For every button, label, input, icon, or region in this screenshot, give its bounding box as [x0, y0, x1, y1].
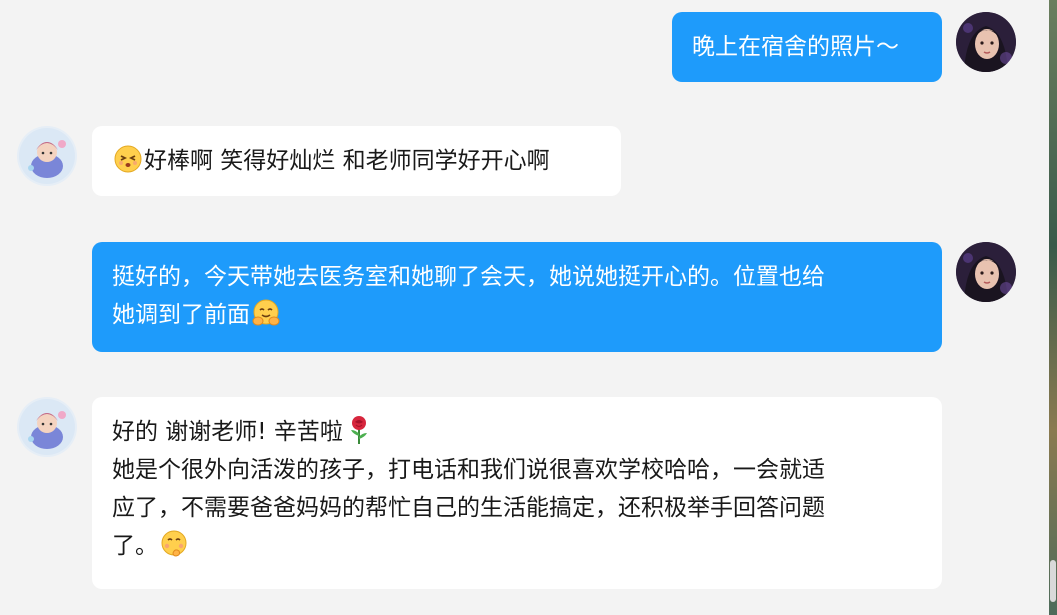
message-text: 晚上在宿舍的照片～: [692, 34, 899, 60]
teacher-avatar[interactable]: [956, 12, 1016, 72]
message-bubble-outgoing[interactable]: 晚上在宿舍的照片～: [672, 12, 942, 82]
message-text: 应了，不需要爸爸妈妈的帮忙自己的生活能搞定，还积极举手回答问题: [112, 495, 825, 521]
message-text: 她是个很外向活泼的孩子，打电话和我们说很喜欢学校哈哈，一会就适: [112, 457, 825, 483]
shy-emoji: [159, 529, 189, 559]
message-text: 好棒啊 笑得好灿烂 和老师同学好开心啊: [144, 148, 550, 174]
message-bubble-incoming[interactable]: 好的 谢谢老师! 辛苦啦 她是个很外向活泼的孩子，打电话和我们说很喜欢学校哈哈，…: [92, 397, 942, 589]
message-bubble-outgoing[interactable]: 挺好的，今天带她去医务室和她聊了会天，她说她挺开心的。位置也给 她调到了前面: [92, 242, 942, 352]
message-text: 她调到了前面: [112, 302, 250, 328]
grinning-squint-emoji: [113, 144, 143, 174]
message-text: 挺好的，今天带她去医务室和她聊了会天，她说她挺开心的。位置也给: [112, 264, 825, 290]
message-text: 了。: [112, 533, 158, 559]
rose-emoji: [344, 415, 374, 445]
scrollbar-thumb[interactable]: [1050, 560, 1056, 602]
parent-avatar[interactable]: [17, 397, 77, 457]
message-text: 好的 谢谢老师! 辛苦啦: [112, 419, 343, 445]
chat-thread: 晚上在宿舍的照片～ 好棒啊 笑得好灿烂 和老师同学好开心啊 挺好的，今天带她去医…: [0, 0, 1057, 615]
window-edge: [1049, 0, 1057, 615]
message-bubble-incoming[interactable]: 好棒啊 笑得好灿烂 和老师同学好开心啊: [92, 126, 621, 196]
hug-emoji: [251, 298, 281, 328]
teacher-avatar[interactable]: [956, 242, 1016, 302]
parent-avatar[interactable]: [17, 126, 77, 186]
